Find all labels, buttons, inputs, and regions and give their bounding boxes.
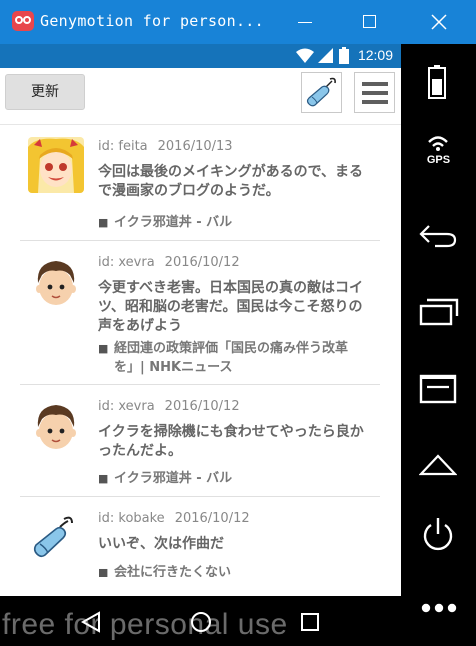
mouse-icon — [306, 77, 336, 107]
genymotion-logo-icon — [12, 11, 34, 31]
close-button[interactable] — [410, 0, 468, 44]
gps-button[interactable]: GPS — [401, 124, 476, 184]
more-button[interactable] — [401, 584, 476, 644]
post-link[interactable]: 経団連の政策評価「国民の痛み伴う改革を」| NHKニュース — [98, 339, 372, 377]
post-meta: id: kobake 2016/10/12 — [98, 511, 250, 526]
anime-girl-avatar — [28, 137, 84, 193]
post-date: 2016/10/12 — [174, 511, 250, 526]
post-link[interactable]: イクラ邪道丼 - バル — [98, 469, 372, 488]
list-item[interactable]: id: xevra 2016/10/12 今更すべき老害。日本国民の真の敵はコイツ… — [20, 241, 380, 385]
post-link[interactable]: 会社に行きたくない — [98, 563, 372, 577]
status-time: 12:09 — [357, 47, 393, 63]
mouse-avatar — [28, 509, 84, 565]
close-icon — [431, 14, 447, 30]
post-content: 今回は最後のメイキングがあるので、まるで漫画家のブログのようだ。 — [98, 164, 364, 199]
recents-icon[interactable] — [300, 612, 320, 632]
window-title-bar: Genymotion for person... — [0, 0, 476, 44]
post-meta: id: feita 2016/10/13 — [98, 139, 233, 154]
list-item[interactable]: id: kobake 2016/10/12 いいぞ、次は作曲だ 会社に行きたくない — [20, 497, 380, 577]
list-item[interactable]: id: feita 2016/10/13 今回は最後のメイキングがあるので、まるで… — [20, 125, 380, 241]
post-date: 2016/10/12 — [164, 255, 240, 270]
watermark-text: free for personal use — [2, 608, 288, 641]
post-content: イクラを掃除機にも食わせてやったら良かったんだよ。 — [98, 424, 364, 459]
battery-icon — [428, 65, 446, 99]
list-item[interactable]: id: xevra 2016/10/12 イクラを掃除機にも食わせてやったら良かっ… — [20, 385, 380, 497]
home-icon — [419, 454, 457, 476]
back-button[interactable] — [401, 206, 476, 266]
post-user[interactable]: id: kobake — [98, 511, 165, 526]
signal-icon — [318, 48, 333, 63]
refresh-button[interactable]: 更新 — [5, 74, 85, 110]
maximize-button[interactable] — [340, 0, 398, 44]
battery-button[interactable] — [401, 52, 476, 112]
post-user[interactable]: id: xevra — [98, 399, 155, 414]
post-user[interactable]: id: xevra — [98, 255, 155, 270]
gps-icon — [428, 136, 448, 151]
boy-avatar — [28, 397, 84, 453]
android-status-bar: 12:09 — [0, 44, 401, 68]
boy-avatar — [28, 253, 84, 309]
gps-label: GPS — [426, 154, 451, 166]
window-title: Genymotion for person... — [40, 12, 264, 30]
power-button[interactable] — [401, 508, 476, 568]
post-link[interactable]: イクラ邪道丼 - バル — [98, 213, 372, 232]
back-icon — [419, 225, 457, 248]
post-content: 今更すべき老害。日本国民の真の敵はコイツ、昭和脳の老害だ。国民は今こそ怒りの声を… — [98, 280, 364, 334]
post-date: 2016/10/13 — [157, 139, 233, 154]
wifi-icon — [296, 48, 314, 63]
timeline-list[interactable]: id: feita 2016/10/13 今回は最後のメイキングがあるので、まるで… — [0, 125, 401, 577]
genymotion-sidebar: GPS — [401, 44, 476, 646]
menu-icon — [419, 374, 457, 404]
recents-icon — [419, 298, 459, 326]
more-icon — [421, 603, 457, 613]
post-meta: id: xevra 2016/10/12 — [98, 399, 240, 414]
post-date: 2016/10/12 — [164, 399, 240, 414]
minimize-button[interactable] — [276, 0, 334, 44]
mouse-button[interactable] — [301, 72, 342, 113]
post-meta: id: xevra 2016/10/12 — [98, 255, 240, 270]
menu-button[interactable] — [401, 358, 476, 418]
battery-icon — [339, 47, 349, 64]
recents-button[interactable] — [401, 282, 476, 342]
app-toolbar: 更新 — [0, 68, 401, 125]
home-button[interactable] — [401, 434, 476, 494]
menu-button[interactable] — [354, 72, 395, 113]
power-icon — [423, 518, 453, 551]
post-user[interactable]: id: feita — [98, 139, 148, 154]
post-content: いいぞ、次は作曲だ — [98, 536, 224, 552]
